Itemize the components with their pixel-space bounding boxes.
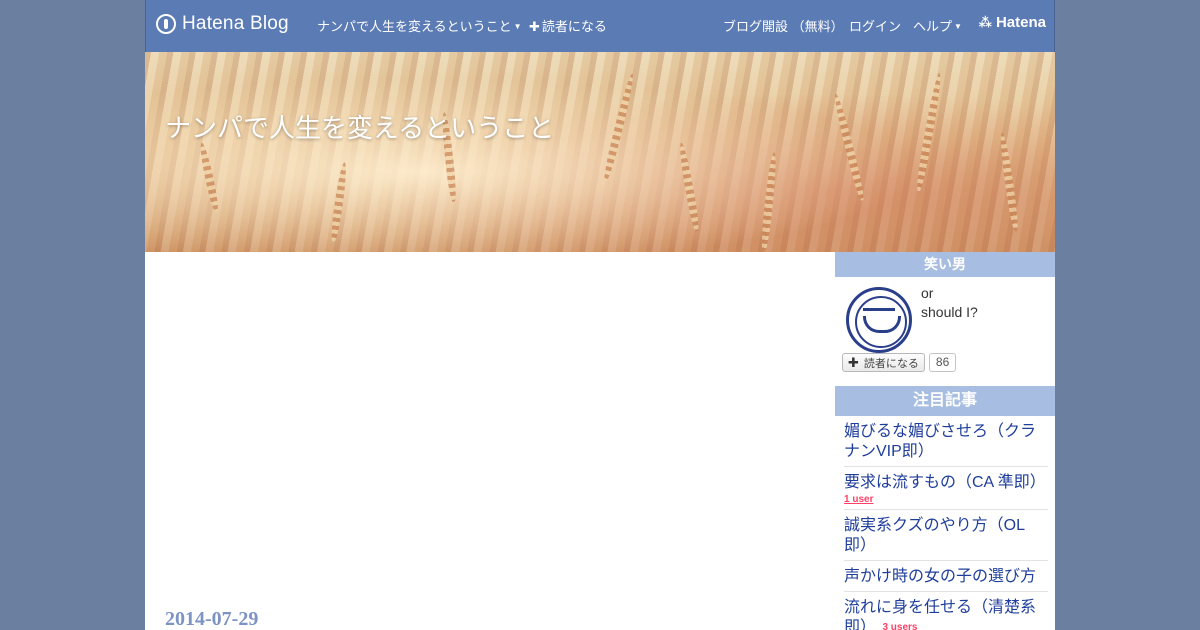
hatena-global-header: Hatena Blog ナンパで人生を変えるということ ▼ ✚ 読者になる ブログ開…: [145, 0, 1055, 52]
bookmark-users-badge[interactable]: 1 user: [844, 494, 1048, 505]
entry-link[interactable]: 誠実系クズのやり方（OL即）: [844, 517, 1025, 554]
subscribe-widget: ✚ 読者になる 86: [842, 353, 957, 372]
header-wheat-decoration: [759, 151, 779, 253]
list-item: 媚びるな媚びさせろ（クラナンVIP即）: [844, 416, 1048, 467]
header-wheat-decoration: [197, 141, 221, 213]
chevron-down-icon: ▼: [513, 22, 522, 31]
header-wheat-decoration: [998, 131, 1020, 233]
sidebar: 笑い男 or should I? ✚ 読者になる 86 注目記事 媚びるな媚びさ…: [835, 252, 1055, 630]
entry-link[interactable]: 声かけ時の女の子の選び方: [844, 568, 1036, 585]
bookmark-users-badge[interactable]: 3 users: [882, 622, 917, 630]
blog-title[interactable]: ナンパで人生を変えるということ: [165, 108, 554, 145]
list-item: 声かけ時の女の子の選び方: [844, 561, 1048, 592]
subscriber-count[interactable]: 86: [928, 353, 957, 372]
laughing-man-icon: [863, 308, 895, 314]
hatena-blog-icon: [156, 14, 176, 34]
header-wheat-decoration: [831, 92, 867, 202]
main-content: 2014-07-29: [145, 252, 835, 630]
entry-link[interactable]: 媚びるな媚びさせろ（クラナンVIP即）: [844, 423, 1036, 460]
chevron-down-icon: ▼: [954, 22, 962, 31]
header-wheat-decoration: [329, 161, 349, 243]
login-link[interactable]: ログイン: [849, 16, 901, 35]
subscribe-button[interactable]: ✚ 読者になる: [842, 353, 925, 372]
featured-entries-list: 媚びるな媚びさせろ（クラナンVIP即） 要求は流すもの（CA 準即） 1 use…: [835, 416, 1055, 630]
featured-entries-title: 注目記事: [835, 386, 1055, 416]
subscribe-link[interactable]: ✚ 読者になる: [529, 16, 607, 35]
header-wheat-decoration: [601, 72, 637, 182]
list-item: 流れに身を任せる（清楚系即） 3 users: [844, 592, 1048, 630]
header-wheat-decoration: [914, 72, 944, 192]
hatena-blog-logo[interactable]: Hatena Blog: [156, 11, 289, 37]
entry-date[interactable]: 2014-07-29: [165, 608, 258, 630]
blog-header: ナンパで人生を変えるということ: [145, 52, 1055, 253]
profile-module-title: 笑い男: [835, 252, 1055, 277]
list-item: 誠実系クズのやり方（OL即）: [844, 510, 1048, 561]
start-blog-link[interactable]: ブログ開設 （無料）: [723, 16, 844, 35]
entry-link[interactable]: 要求は流すもの（CA 準即）: [844, 474, 1046, 491]
hatena-logo[interactable]: ⁂ Hatena: [979, 14, 1046, 31]
hatena-mark-icon: ⁂: [978, 14, 992, 30]
help-dropdown[interactable]: ヘルプ ▼: [913, 16, 962, 35]
header-wheat-decoration: [677, 141, 701, 233]
entry-link[interactable]: 流れに身を任せる（清楚系即）: [844, 599, 1036, 630]
profile-module: or should I? ✚ 読者になる 86: [835, 277, 1055, 386]
list-item: 要求は流すもの（CA 準即） 1 user: [844, 467, 1048, 510]
page: Hatena Blog ナンパで人生を変えるということ ▼ ✚ 読者になる ブログ開…: [145, 0, 1055, 630]
profile-avatar[interactable]: [846, 287, 912, 353]
plus-icon: ✚: [848, 354, 859, 370]
brand-label: Hatena Blog: [182, 13, 289, 34]
plus-icon: ✚: [529, 19, 540, 34]
profile-description: or should I?: [921, 285, 978, 320]
blog-menu-dropdown[interactable]: ナンパで人生を変えるということ ▼: [317, 16, 522, 35]
